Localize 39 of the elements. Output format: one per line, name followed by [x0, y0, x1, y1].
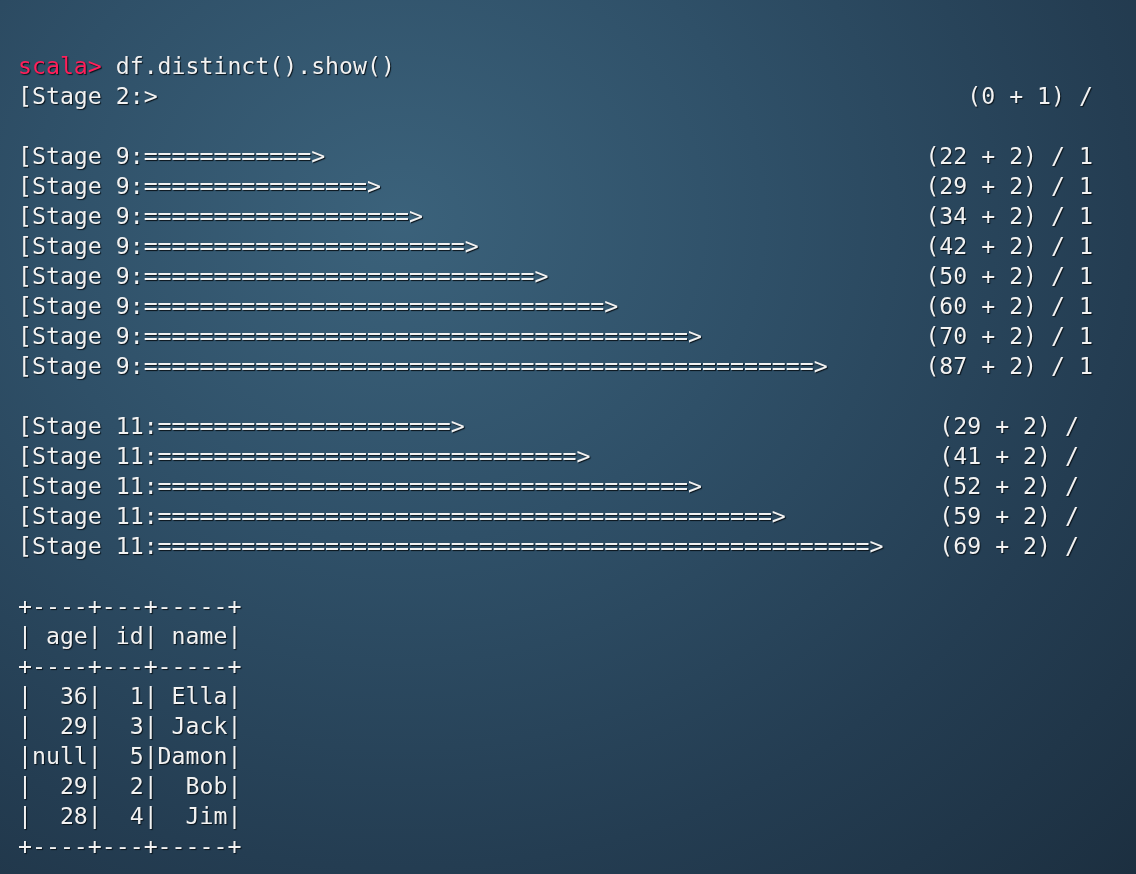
progress-bar-text: [Stage 11:===================================================>: [18, 531, 884, 561]
progress-bar-text: [Stage 11:============================================>: [18, 501, 786, 531]
prompt-label: scala>: [18, 51, 102, 81]
command-text: df.distinct().show(): [115, 51, 395, 81]
task-count: (52 + 2) /: [939, 471, 1079, 501]
task-count: (22 + 2) / 1: [925, 141, 1093, 171]
progress-bar-text: [Stage 11:==============================>: [18, 441, 591, 471]
table-border: +----+---+-----+: [18, 651, 242, 681]
task-count: (50 + 2) / 1: [925, 261, 1093, 291]
table-row: | 36| 1| Ella|: [18, 681, 242, 711]
task-count: (87 + 2) / 1: [925, 351, 1093, 381]
task-count: (34 + 2) / 1: [925, 201, 1093, 231]
progress-bar-text: [Stage 11:=====================>: [18, 411, 465, 441]
task-count: (70 + 2) / 1: [925, 321, 1093, 351]
table-row: | 29| 3| Jack|: [18, 711, 242, 741]
progress-bar-text: [Stage 2:>: [18, 81, 158, 111]
progress-bar-text: [Stage 9:===================>: [18, 201, 423, 231]
progress-bar-text: [Stage 9:=======================================>: [18, 321, 703, 351]
progress-bar-text: [Stage 9:================>: [18, 171, 381, 201]
table-header: | age| id| name|: [18, 621, 242, 651]
task-count: (29 + 2) / 1: [925, 171, 1093, 201]
progress-bar-text: [Stage 9:=================================>: [18, 291, 619, 321]
table-border: +----+---+-----+: [18, 831, 242, 861]
task-count: (60 + 2) / 1: [925, 291, 1093, 321]
task-count: (69 + 2) /: [939, 531, 1079, 561]
task-count: (59 + 2) /: [939, 501, 1079, 531]
task-count: (0 + 1) /: [967, 81, 1093, 111]
table-row: |null| 5|Damon|: [18, 741, 242, 771]
progress-bar-text: [Stage 9:============================>: [18, 261, 549, 291]
task-count: (42 + 2) / 1: [925, 231, 1093, 261]
table-row: | 28| 4| Jim|: [18, 801, 242, 831]
table-row: | 29| 2| Bob|: [18, 771, 242, 801]
task-count: (41 + 2) /: [939, 441, 1079, 471]
progress-bar-text: [Stage 9:============>: [18, 141, 326, 171]
task-count: (29 + 2) /: [939, 411, 1079, 441]
progress-bar-text: [Stage 9:================================================>: [18, 351, 828, 381]
progress-bar-text: [Stage 11:======================================>: [18, 471, 703, 501]
table-border: +----+---+-----+: [18, 591, 242, 621]
progress-bar-text: [Stage 9:=======================>: [18, 231, 479, 261]
